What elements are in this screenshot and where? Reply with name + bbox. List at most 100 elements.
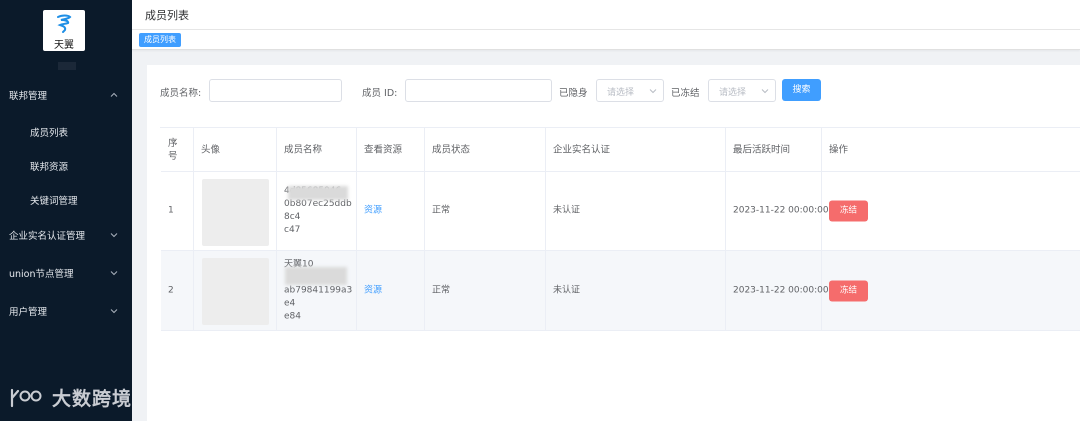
cell-cert: 未认证 — [546, 251, 726, 330]
redaction-mask — [288, 186, 348, 200]
freeze-button[interactable]: 冻结 — [829, 200, 868, 222]
chevron-down-icon — [649, 89, 657, 94]
menu-enterprise-cert[interactable]: 企业实名认证管理 — [0, 224, 132, 246]
member-name-line: c47 — [284, 225, 301, 235]
cell-avatar — [194, 251, 277, 330]
sidebar-item-keyword-management[interactable]: 关键词管理 — [0, 188, 132, 210]
col-action-label: 操作 — [829, 144, 849, 155]
member-status: 正常 — [432, 285, 451, 295]
members-table: 序号 头像 成员名称 查看资源 成员状态 企业实名认证 最后活跃时间 操作 1 … — [160, 127, 1080, 331]
cell-last-active: 2023-11-22 00:00:00 — [726, 251, 829, 330]
col-resource-label: 查看资源 — [364, 144, 403, 155]
cell-resource: 资源 — [357, 172, 425, 250]
row-index: 1 — [168, 205, 174, 216]
watermark: 大数跨境 — [8, 384, 132, 411]
col-resource: 查看资源 — [357, 128, 425, 171]
menu-label: union节点管理 — [9, 269, 74, 280]
logo-placeholder — [58, 62, 76, 70]
cell-index: 1 — [161, 172, 194, 250]
last-active-time: 2023-11-22 00:00:00 — [733, 205, 829, 216]
frozen-select[interactable]: 请选择 — [708, 79, 776, 102]
menu-user-management[interactable]: 用户管理 — [0, 300, 132, 322]
member-id-input[interactable] — [405, 79, 552, 102]
resource-link[interactable]: 资源 — [364, 284, 382, 297]
row-index: 2 — [168, 285, 174, 295]
chevron-down-icon — [761, 89, 769, 94]
redaction-mask — [285, 267, 347, 285]
member-name-line: 0b807ec25ddb8c4 — [284, 199, 352, 222]
frozen-label: 已冻结 — [671, 88, 700, 99]
search-button[interactable]: 搜索 — [782, 79, 821, 101]
member-name-label: 成员名称: — [160, 88, 202, 99]
col-status-label: 成员状态 — [432, 144, 471, 155]
cell-status: 正常 — [425, 251, 546, 330]
table-header: 序号 头像 成员名称 查看资源 成员状态 企业实名认证 最后活跃时间 操作 — [161, 128, 1080, 172]
cell-index: 2 — [161, 251, 194, 330]
logo-text: 天翼 — [54, 40, 74, 51]
table-row: 1 4d85685946 0b807ec25ddb8c4 c47 资源 正常 未… — [161, 172, 1080, 251]
hidden-select-placeholder: 请选择 — [607, 88, 635, 98]
watermark-text: 大数跨境 — [52, 388, 133, 410]
member-name-input[interactable] — [209, 79, 342, 102]
cert-status: 未认证 — [553, 285, 581, 295]
table-row: 2 天翼10 ab79841199a3e4 e84 资源 正常 未认证 2023… — [161, 251, 1080, 331]
watermark-logo-icon — [10, 388, 42, 407]
sidebar-item-federation-resources[interactable]: 联邦资源 — [0, 154, 132, 176]
page-title: 成员列表 — [145, 9, 189, 22]
resource-link[interactable]: 资源 — [364, 205, 382, 218]
cell-name: 4d85685946 0b807ec25ddb8c4 c47 — [277, 172, 357, 250]
tags-bar: 成员列表 — [132, 30, 1080, 50]
chevron-up-icon — [110, 92, 118, 97]
col-index: 序号 — [161, 128, 194, 171]
sub-label: 关键词管理 — [30, 196, 78, 207]
col-last-active: 最后活跃时间 — [726, 128, 822, 171]
chevron-down-icon — [110, 309, 118, 314]
member-id-label: 成员 ID: — [362, 88, 398, 99]
hidden-select[interactable]: 请选择 — [596, 79, 664, 102]
app-logo[interactable]: 天翼 — [43, 10, 85, 51]
cell-cert: 未认证 — [546, 172, 726, 250]
sub-label: 成员列表 — [30, 128, 69, 139]
cell-status: 正常 — [425, 172, 546, 250]
cert-status: 未认证 — [553, 205, 581, 216]
top-bar: 成员列表 — [132, 0, 1080, 30]
member-name-line: ab79841199a3e4 — [284, 285, 353, 308]
col-name: 成员名称 — [277, 128, 357, 171]
member-status: 正常 — [432, 205, 451, 216]
menu-label: 用户管理 — [9, 307, 48, 318]
cell-last-active: 2023-11-22 00:00:00 — [726, 172, 829, 250]
last-active-time: 2023-11-22 00:00:00 — [733, 285, 829, 295]
member-name-line: e84 — [284, 311, 301, 321]
chevron-down-icon — [110, 233, 118, 238]
col-last-active-label: 最后活跃时间 — [733, 144, 791, 155]
logo-icon — [57, 14, 72, 33]
col-cert-label: 企业实名认证 — [553, 144, 611, 155]
cell-action: 冻结 — [822, 172, 1080, 250]
main-card: 成员名称: 成员 ID: 已隐身 请选择 已冻结 请选择 搜索 序号 头像 成员… — [147, 65, 1080, 421]
freeze-button[interactable]: 冻结 — [829, 280, 868, 301]
col-avatar: 头像 — [194, 128, 277, 171]
sub-label: 联邦资源 — [30, 162, 69, 173]
col-cert: 企业实名认证 — [546, 128, 726, 171]
sidebar: 天翼 联邦管理 成员列表 联邦资源 关键词管理 企业实名认证管理 union节点… — [0, 0, 132, 421]
cell-resource: 资源 — [357, 251, 425, 330]
frozen-select-placeholder: 请选择 — [719, 88, 747, 98]
menu-union-node[interactable]: union节点管理 — [0, 262, 132, 284]
avatar — [202, 258, 269, 325]
col-status: 成员状态 — [425, 128, 546, 171]
chevron-down-icon — [110, 271, 118, 276]
col-name-label: 成员名称 — [284, 144, 323, 155]
tab-member-list[interactable]: 成员列表 — [139, 33, 181, 47]
cell-name: 天翼10 ab79841199a3e4 e84 — [277, 251, 357, 330]
col-avatar-label: 头像 — [201, 144, 221, 155]
menu-label: 联邦管理 — [9, 91, 48, 102]
hidden-label: 已隐身 — [559, 88, 588, 99]
cell-avatar — [194, 172, 277, 250]
col-action: 操作 — [822, 128, 1080, 171]
avatar — [202, 179, 269, 246]
cell-action: 冻结 — [822, 251, 1080, 330]
sidebar-item-member-list[interactable]: 成员列表 — [0, 120, 132, 142]
menu-federation[interactable]: 联邦管理 — [0, 84, 132, 106]
menu-label: 企业实名认证管理 — [9, 231, 86, 242]
col-index-label: 序号 — [168, 137, 178, 162]
